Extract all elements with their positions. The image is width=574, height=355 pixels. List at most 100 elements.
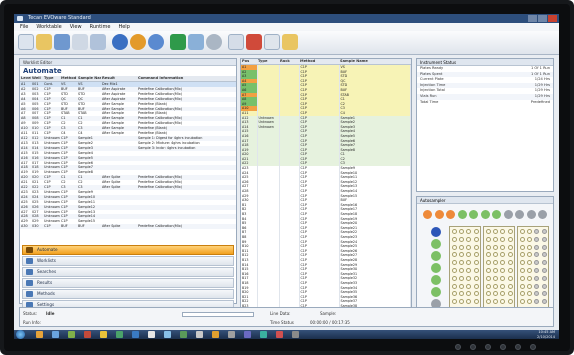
plate-well[interactable] [452, 275, 457, 281]
plate-well[interactable] [486, 229, 491, 234]
plate-well[interactable] [473, 244, 479, 250]
monitor-button[interactable] [500, 344, 506, 350]
start-button-icon[interactable] [16, 330, 25, 339]
column-header[interactable]: Method [60, 76, 77, 82]
system-clock[interactable]: 10:45 AM 2/10/2014 [537, 330, 555, 339]
plate-well[interactable] [520, 229, 525, 234]
plate-well[interactable] [507, 252, 513, 258]
plate-well[interactable] [459, 299, 465, 305]
sample-plate[interactable] [517, 226, 549, 308]
monitor-button[interactable] [470, 344, 476, 350]
plate-well[interactable] [541, 244, 547, 250]
taskbar-app-icon[interactable] [228, 331, 235, 338]
plate-well[interactable] [452, 283, 457, 289]
taskbar-app-icon[interactable] [36, 331, 43, 338]
next-icon[interactable] [188, 34, 204, 50]
taskbar-app-icon[interactable] [148, 331, 155, 338]
taskbar-app-icon[interactable] [292, 331, 299, 338]
plate-well[interactable] [493, 283, 499, 289]
plate-well[interactable] [493, 229, 499, 234]
plate-well[interactable] [527, 299, 533, 305]
save-icon[interactable] [54, 34, 70, 50]
plate-well[interactable] [500, 268, 506, 273]
sample-plate[interactable] [449, 226, 481, 308]
plate-well[interactable] [486, 291, 491, 297]
module-searches-button[interactable]: Searches [22, 267, 234, 277]
plate-well[interactable] [493, 252, 499, 258]
plate-well[interactable] [527, 268, 533, 273]
module-worklists-button[interactable]: Worklists [22, 256, 234, 266]
plate-well[interactable] [459, 260, 465, 266]
plate-well[interactable] [500, 236, 506, 242]
plate-well[interactable] [520, 268, 525, 273]
info-icon[interactable] [148, 34, 164, 50]
column-header[interactable]: Sample Name [77, 76, 101, 82]
reagent-position[interactable] [431, 263, 441, 273]
menu-item[interactable]: View [70, 23, 82, 31]
plate-well[interactable] [541, 299, 547, 305]
vial-position[interactable] [515, 210, 524, 219]
plate-well[interactable] [527, 252, 533, 258]
properties-icon[interactable] [90, 34, 106, 50]
layout-icon[interactable] [264, 34, 280, 50]
vial-position[interactable] [434, 210, 444, 219]
plate-well[interactable] [473, 252, 479, 258]
plate-well[interactable] [473, 236, 479, 242]
plate-well[interactable] [486, 244, 491, 250]
plate-well[interactable] [452, 252, 457, 258]
plate-well[interactable] [534, 299, 540, 305]
plate-well[interactable] [473, 283, 479, 289]
menu-item[interactable]: Runtime [90, 23, 111, 31]
plate-well[interactable] [459, 275, 465, 281]
sample-plate[interactable] [483, 226, 515, 308]
minimize-button[interactable] [528, 15, 537, 22]
report-icon[interactable] [282, 34, 298, 50]
taskbar-app-icon[interactable] [84, 331, 91, 338]
plate-well[interactable] [500, 252, 506, 258]
new-icon[interactable] [18, 34, 34, 50]
plate-well[interactable] [534, 252, 540, 258]
plate-well[interactable] [493, 236, 499, 242]
plate-well[interactable] [473, 291, 479, 297]
plate-well[interactable] [493, 260, 499, 266]
plate-well[interactable] [507, 229, 513, 234]
plate-well[interactable] [459, 283, 465, 289]
plate-well[interactable] [527, 236, 533, 242]
plate-well[interactable] [493, 275, 499, 281]
plate-well[interactable] [493, 268, 499, 273]
table-row[interactable]: A30 030 C1P BUF BUF After Spike Predefine Cali… [20, 224, 236, 230]
plate-well[interactable] [473, 299, 479, 305]
vial-position[interactable] [503, 210, 513, 219]
menu-item[interactable]: Help [118, 23, 129, 31]
plate-well[interactable] [459, 229, 465, 234]
plate-well[interactable] [507, 299, 513, 305]
plate-well[interactable] [527, 260, 533, 266]
plate-well[interactable] [500, 260, 506, 266]
taskbar-app-icon[interactable] [132, 331, 139, 338]
stop-icon[interactable] [206, 34, 222, 50]
plate-well[interactable] [527, 291, 533, 297]
plate-well[interactable] [466, 291, 472, 297]
abort-icon[interactable] [246, 34, 262, 50]
reagent-position[interactable] [431, 251, 441, 261]
plate-well[interactable] [500, 291, 506, 297]
plate-well[interactable] [459, 268, 465, 273]
vial-position[interactable] [526, 210, 536, 219]
plate-well[interactable] [541, 236, 547, 242]
vial-position[interactable] [423, 210, 432, 219]
reagent-position[interactable] [431, 227, 441, 237]
plate-well[interactable] [500, 283, 506, 289]
plate-well[interactable] [520, 244, 525, 250]
plate-well[interactable] [541, 260, 547, 266]
taskbar-app-icon[interactable] [180, 331, 187, 338]
menu-item[interactable]: Worktable [36, 23, 61, 31]
plate-well[interactable] [493, 244, 499, 250]
plate-well[interactable] [486, 236, 491, 242]
plate-well[interactable] [520, 275, 525, 281]
reagent-position[interactable] [431, 239, 441, 249]
plate-well[interactable] [459, 244, 465, 250]
taskbar-app-icon[interactable] [116, 331, 123, 338]
plate-well[interactable] [452, 229, 457, 234]
plate-well[interactable] [486, 283, 491, 289]
vial-position[interactable] [538, 210, 547, 219]
